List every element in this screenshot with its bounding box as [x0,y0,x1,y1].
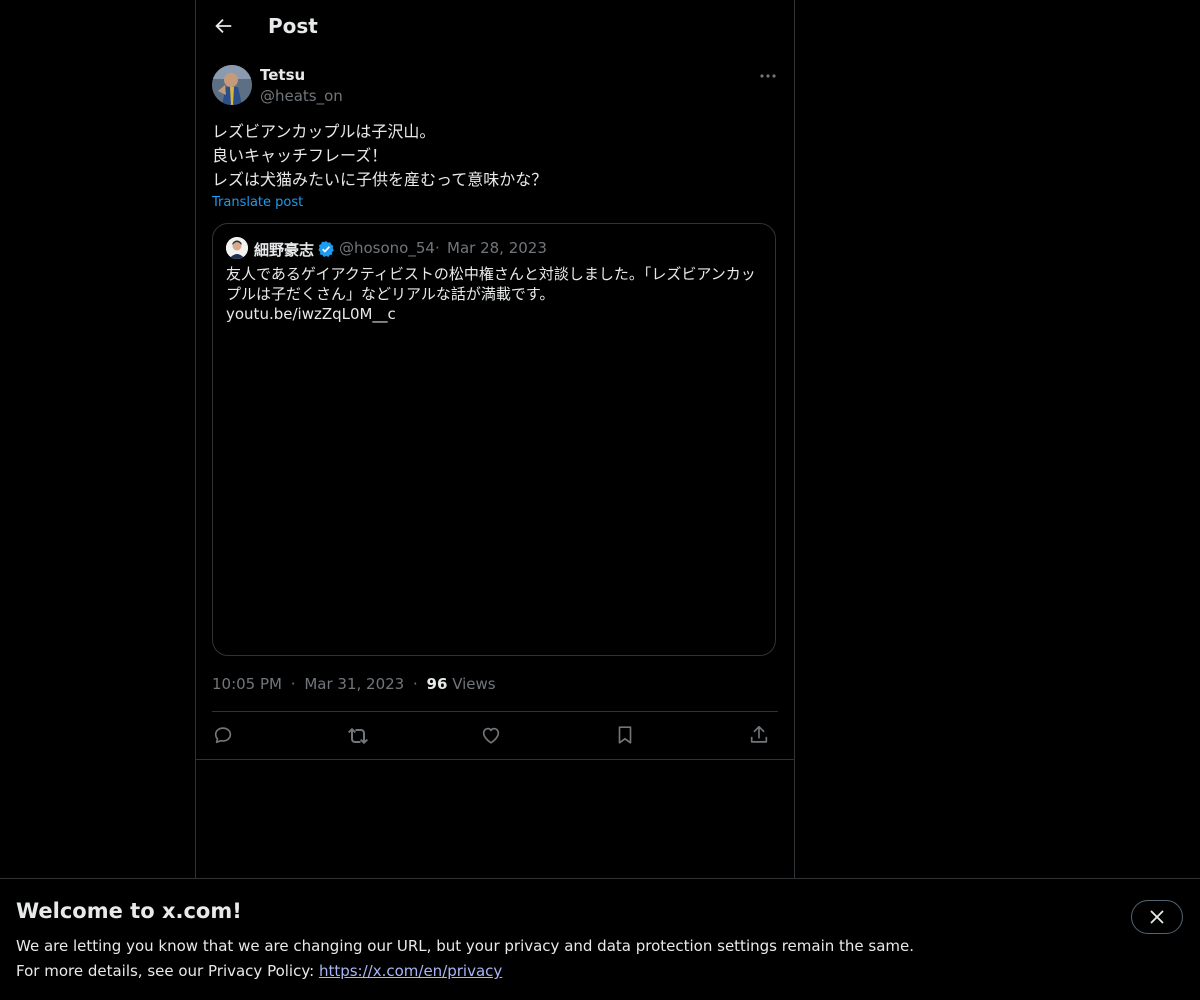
heart-icon [482,727,500,744]
welcome-banner: Welcome to x.com! We are letting you kno… [0,878,1200,1000]
post-date[interactable]: Mar 31, 2023 [304,675,404,693]
quoted-post-date: Mar 28, 2023 [447,239,547,257]
post-meta: 10:05 PM · Mar 31, 2023 · 96 Views [212,675,496,693]
arrow-left-icon [215,18,232,34]
back-button[interactable] [212,15,234,37]
views-count: 96 [426,675,448,693]
post-text-line: レズビアンカップルは子沢山。 [212,122,436,141]
author-handle[interactable]: @heats_on [260,87,343,105]
avatar-image [212,65,252,105]
author-name[interactable]: Tetsu [260,66,305,84]
close-icon [1150,910,1164,924]
post-actions [212,722,778,750]
separator-dot: · [290,675,296,693]
share-button[interactable] [748,724,772,748]
post-time[interactable]: 10:05 PM [212,675,282,693]
quoted-post-link[interactable]: youtu.be/iwzZqL0M__c [226,305,396,323]
repost-button[interactable] [346,724,370,748]
banner-privacy-line: For more details, see our Privacy Policy… [16,962,502,980]
ellipsis-icon [760,74,776,78]
post-text-line: 良いキャッチフレーズ！ [212,146,388,165]
post-text: レズビアンカップルは子沢山。 良いキャッチフレーズ！ レズは犬猫みたいに子供を産… [212,120,772,192]
quoted-author-name: 細野豪志 [254,241,315,259]
bookmark-icon [618,726,632,744]
more-options-button[interactable] [758,66,778,86]
views-label: Views [452,675,496,693]
share-icon [750,725,768,743]
divider [212,711,778,712]
main-column: Post Tetsu @heats_on レズビアンカップルは子沢山。 良いキャ… [195,0,795,878]
banner-message: We are letting you know that we are chan… [16,937,915,955]
post-text-line: レズは犬猫みたいに子供を産むって意味かな？ [212,170,548,189]
verified-badge-icon [317,240,335,258]
quoted-avatar [226,237,248,259]
repost-icon [348,727,368,745]
bookmark-button[interactable] [614,724,638,748]
translate-post-link[interactable]: Translate post [212,195,303,210]
avatar[interactable] [212,65,252,105]
page-header: Post [196,0,794,53]
like-button[interactable] [480,724,504,748]
divider [196,759,794,760]
close-banner-button[interactable] [1131,900,1183,934]
quoted-post-text: 友人であるゲイアクティビストの松中権さんと対談しました。「レズビアンカップルは子… [226,265,756,303]
quoted-post-card[interactable]: 細野豪志 @hosono_54 · Mar 28, 2023 友人であるゲイアク… [212,223,776,656]
separator-dot: · [412,675,418,693]
quoted-author-handle: @hosono_54 [339,239,435,257]
banner-title: Welcome to x.com! [16,899,242,923]
privacy-policy-link[interactable]: https://x.com/en/privacy [319,962,502,980]
separator-dot: · [435,239,440,257]
banner-privacy-text: For more details, see our Privacy Policy… [16,962,319,980]
page-title: Post [268,14,318,38]
reply-button[interactable] [212,724,236,748]
reply-icon [214,727,232,744]
